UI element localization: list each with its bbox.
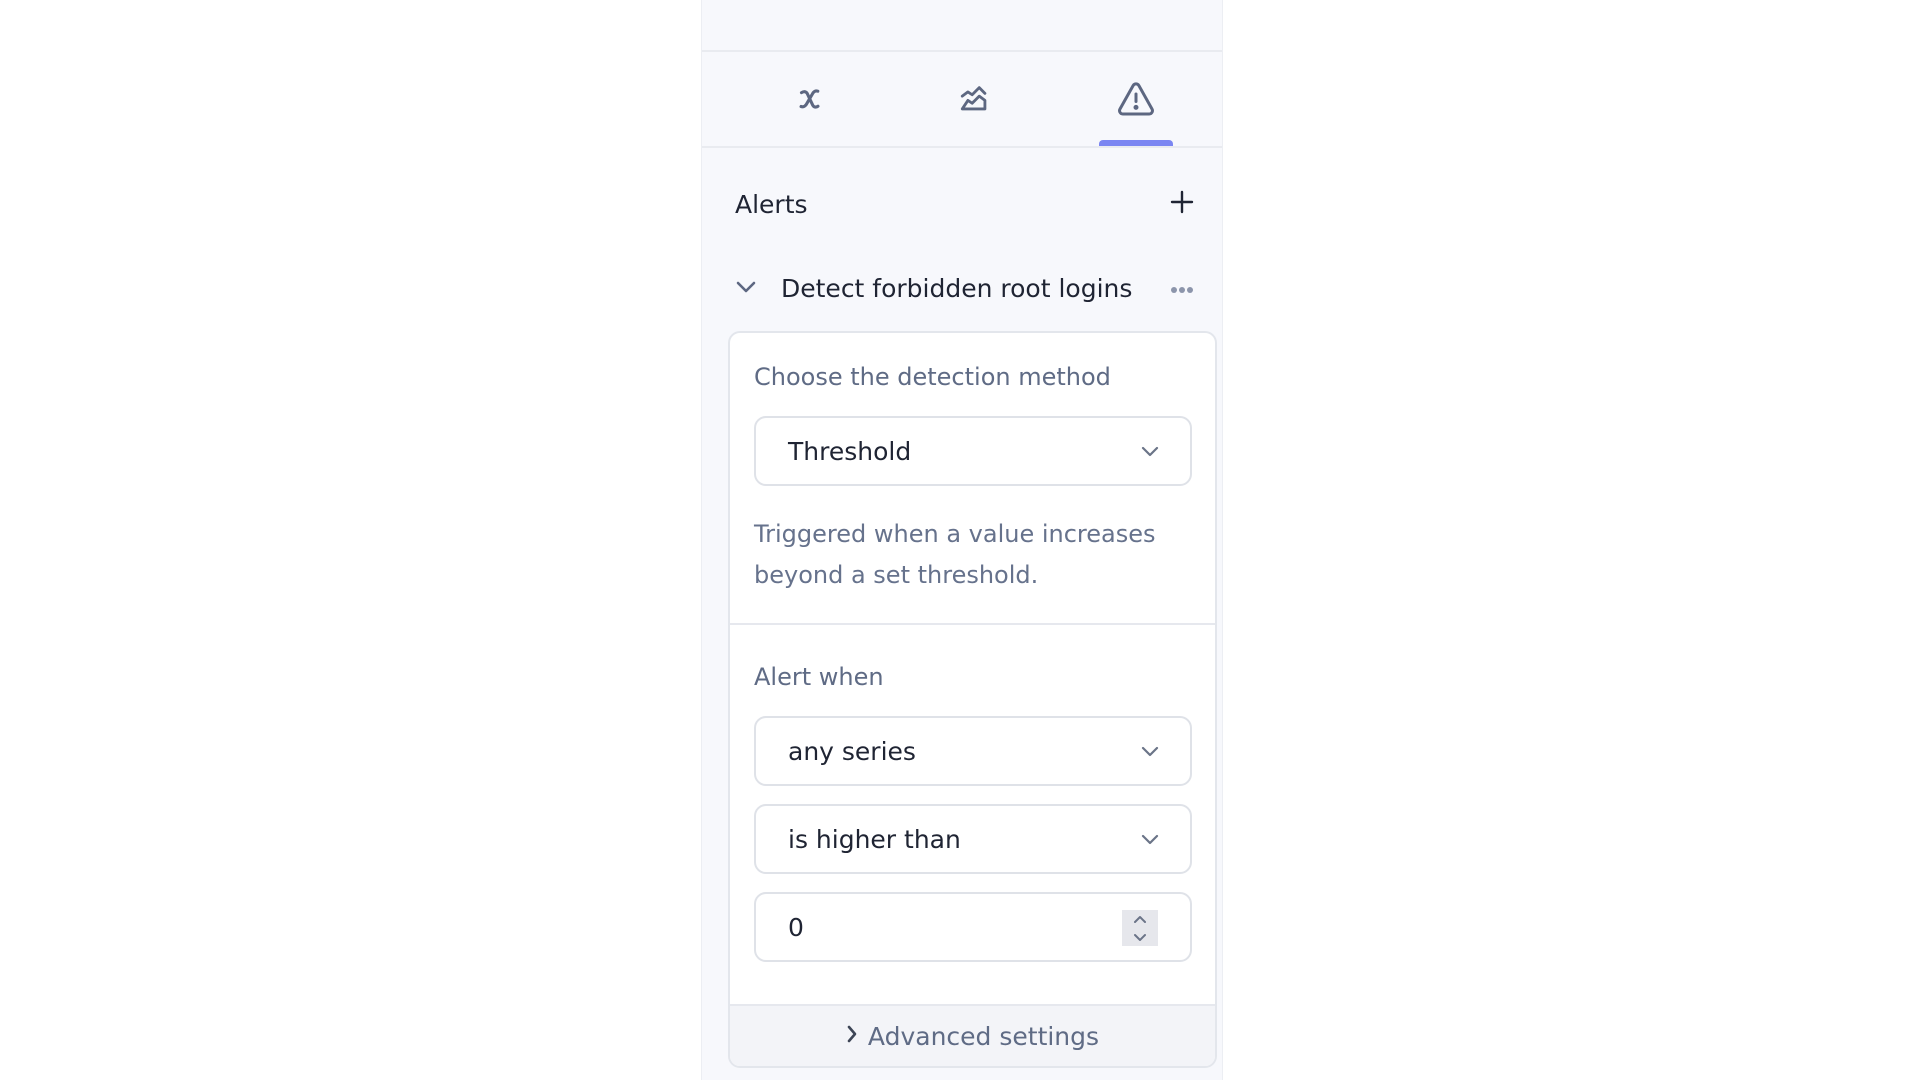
tab-chart[interactable] — [930, 52, 1020, 146]
panel-top-bar — [702, 0, 1222, 52]
alerts-title: Alerts — [735, 190, 808, 219]
detection-method-select[interactable]: Threshold — [754, 416, 1192, 486]
alert-name: Detect forbidden root logins — [781, 274, 1133, 303]
detection-method-description: Triggered when a value increases beyond … — [754, 520, 1156, 589]
chevron-right-icon — [846, 1024, 858, 1048]
formula-x-icon — [793, 82, 827, 116]
plus-icon — [1170, 190, 1194, 218]
alert-more-button[interactable] — [1164, 274, 1200, 302]
alert-item: Detect forbidden root logins — [732, 266, 1200, 310]
detection-method-label: Choose the detection method — [754, 363, 1111, 391]
series-select[interactable]: any series — [754, 716, 1192, 786]
alerts-side-panel: Alerts Detect forbidden root logins Choo… — [701, 0, 1223, 1080]
chevron-up-icon[interactable] — [1132, 909, 1148, 928]
comparator-value: is higher than — [788, 825, 961, 854]
alerts-header: Alerts — [735, 186, 1200, 226]
panel-tab-bar — [702, 52, 1222, 148]
area-chart-icon — [958, 82, 992, 116]
chevron-down-icon — [735, 279, 757, 298]
warning-triangle-icon — [1116, 79, 1156, 119]
threshold-value-input[interactable]: 0 — [754, 892, 1192, 962]
threshold-stepper[interactable] — [1122, 910, 1158, 946]
chevron-down-icon — [1140, 743, 1160, 762]
advanced-settings-toggle[interactable]: Advanced settings — [730, 1004, 1215, 1066]
series-value: any series — [788, 737, 916, 766]
alert-when-label: Alert when — [754, 663, 884, 691]
add-alert-button[interactable] — [1164, 186, 1200, 222]
detection-method-value: Threshold — [788, 437, 912, 466]
card-divider — [730, 623, 1215, 625]
chevron-down-icon — [1140, 831, 1160, 850]
tab-formula[interactable] — [765, 52, 855, 146]
collapse-alert-button[interactable] — [732, 274, 760, 302]
more-dots-icon — [1170, 279, 1194, 298]
chevron-down-icon[interactable] — [1132, 928, 1148, 947]
threshold-value: 0 — [788, 913, 804, 942]
active-tab-indicator — [1099, 140, 1173, 146]
alert-config-card: Choose the detection method Threshold Tr… — [728, 331, 1217, 1068]
chevron-down-icon — [1140, 443, 1160, 462]
advanced-settings-label: Advanced settings — [867, 1021, 1100, 1051]
tab-alerts[interactable] — [1091, 52, 1181, 146]
comparator-select[interactable]: is higher than — [754, 804, 1192, 874]
